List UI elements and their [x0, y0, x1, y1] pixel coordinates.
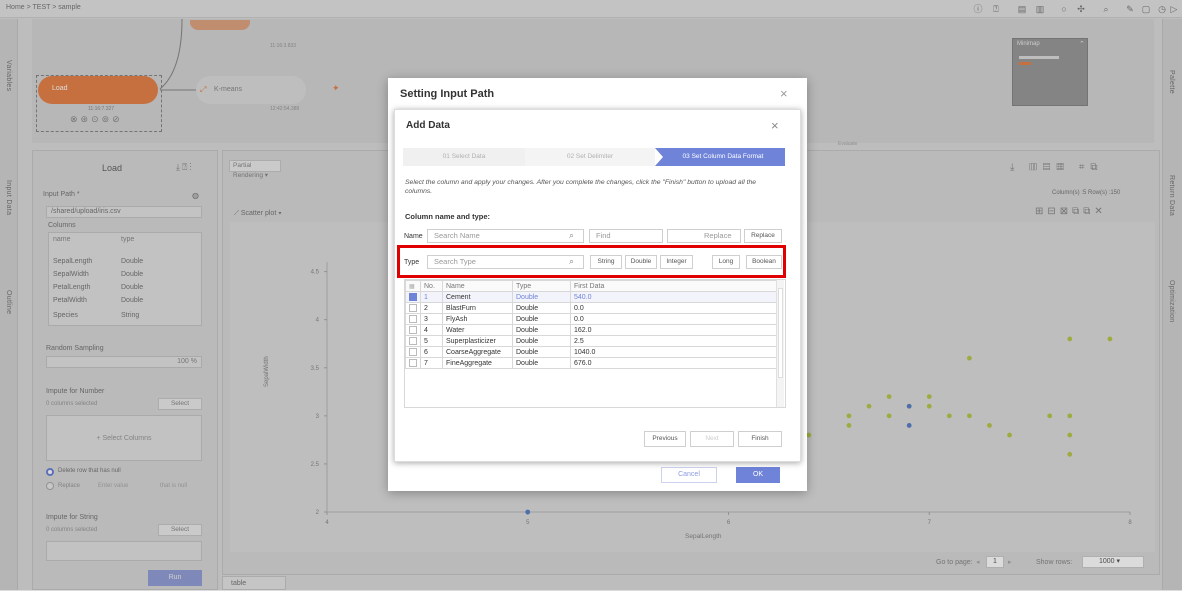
table-row[interactable]: 6 CoarseAggregate Double 1040.0: [405, 346, 777, 358]
instruction-text: Select the column and apply your changes…: [405, 179, 757, 195]
cell-first-data: 1040.0: [570, 346, 777, 358]
replace-placeholder: Replace: [704, 231, 732, 240]
inner-dialog-title: Add Data: [406, 120, 450, 131]
table-row[interactable]: 3 FlyAsh Double 0.0: [405, 313, 777, 325]
row-checkbox[interactable]: [409, 348, 417, 356]
cell-no: 1: [420, 291, 443, 303]
header-name: Name: [442, 280, 513, 292]
cell-first-data: 0.0: [570, 302, 777, 314]
step-select-data: 01 Select Data: [403, 148, 525, 166]
cell-no: 7: [420, 357, 443, 369]
cell-name: Cement: [442, 291, 513, 303]
step-set-delimiter: 02 Set Delimiter: [525, 148, 655, 166]
replace-input[interactable]: Replace: [667, 229, 741, 243]
cell-type[interactable]: Double: [512, 302, 571, 314]
replace-button[interactable]: Replace: [744, 229, 782, 243]
table-row[interactable]: 7 FineAggregate Double 676.0: [405, 357, 777, 369]
cell-name: Water: [442, 324, 513, 336]
highlight-box: [397, 245, 786, 278]
table-row[interactable]: 4 Water Double 162.0: [405, 324, 777, 336]
table-row[interactable]: 2 BlastFurn Double 0.0: [405, 302, 777, 314]
cell-type[interactable]: Double: [512, 346, 571, 358]
close-icon[interactable]: ×: [771, 118, 779, 133]
cell-no: 5: [420, 335, 443, 347]
cell-no: 2: [420, 302, 443, 314]
previous-button[interactable]: Previous: [644, 431, 686, 447]
cell-first-data: 540.0: [570, 291, 777, 303]
cell-no: 3: [420, 313, 443, 325]
row-checkbox[interactable]: [409, 315, 417, 323]
row-checkbox[interactable]: [409, 293, 417, 301]
cell-name: BlastFurn: [442, 302, 513, 314]
name-label: Name: [404, 233, 423, 240]
header-no: No.: [420, 280, 443, 292]
cell-type[interactable]: Double: [512, 357, 571, 369]
cell-type[interactable]: Double: [512, 335, 571, 347]
header-type: Type: [512, 280, 571, 292]
cell-type[interactable]: Double: [512, 291, 571, 303]
header-first-data: First Data: [570, 280, 777, 292]
row-checkbox[interactable]: [409, 337, 417, 345]
cell-type[interactable]: Double: [512, 324, 571, 336]
next-button[interactable]: Next: [690, 431, 734, 447]
cell-first-data: 676.0: [570, 357, 777, 369]
table-scrollbar[interactable]: [776, 280, 784, 407]
cell-name: Superplasticizer: [442, 335, 513, 347]
step-set-column-format: 03 Set Column Data Format: [682, 153, 764, 160]
row-checkbox[interactable]: [409, 304, 417, 312]
table-row[interactable]: 5 Superplasticizer Double 2.5: [405, 335, 777, 347]
cancel-button[interactable]: Cancel: [661, 467, 717, 483]
cell-first-data: 162.0: [570, 324, 777, 336]
cell-first-data: 2.5: [570, 335, 777, 347]
section-label: Column name and type:: [405, 212, 491, 221]
find-placeholder: Find: [596, 231, 611, 240]
close-icon[interactable]: ×: [780, 86, 788, 101]
finish-button[interactable]: Finish: [738, 431, 782, 447]
cell-no: 4: [420, 324, 443, 336]
cell-name: FineAggregate: [442, 357, 513, 369]
row-checkbox[interactable]: [409, 326, 417, 334]
cell-type[interactable]: Double: [512, 313, 571, 325]
table-row[interactable]: 1 Cement Double 540.0: [405, 291, 777, 303]
outer-dialog-title: Setting Input Path: [400, 88, 495, 100]
search-name-placeholder: Search Name: [434, 231, 480, 240]
cell-name: FlyAsh: [442, 313, 513, 325]
row-checkbox[interactable]: [409, 359, 417, 367]
cell-name: CoarseAggregate: [442, 346, 513, 358]
column-format-table[interactable]: ▦ No. Name Type First Data 1 Cement Doub…: [404, 279, 786, 408]
search-icon[interactable]: ⌕: [569, 230, 574, 241]
find-input[interactable]: Find: [589, 229, 663, 243]
scrollbar-thumb[interactable]: [778, 288, 783, 378]
ok-button[interactable]: OK: [736, 467, 780, 483]
select-all-checkbox[interactable]: ▦: [409, 284, 415, 290]
cell-first-data: 0.0: [570, 313, 777, 325]
cell-no: 6: [420, 346, 443, 358]
search-name-input[interactable]: Search Name: [427, 229, 584, 243]
